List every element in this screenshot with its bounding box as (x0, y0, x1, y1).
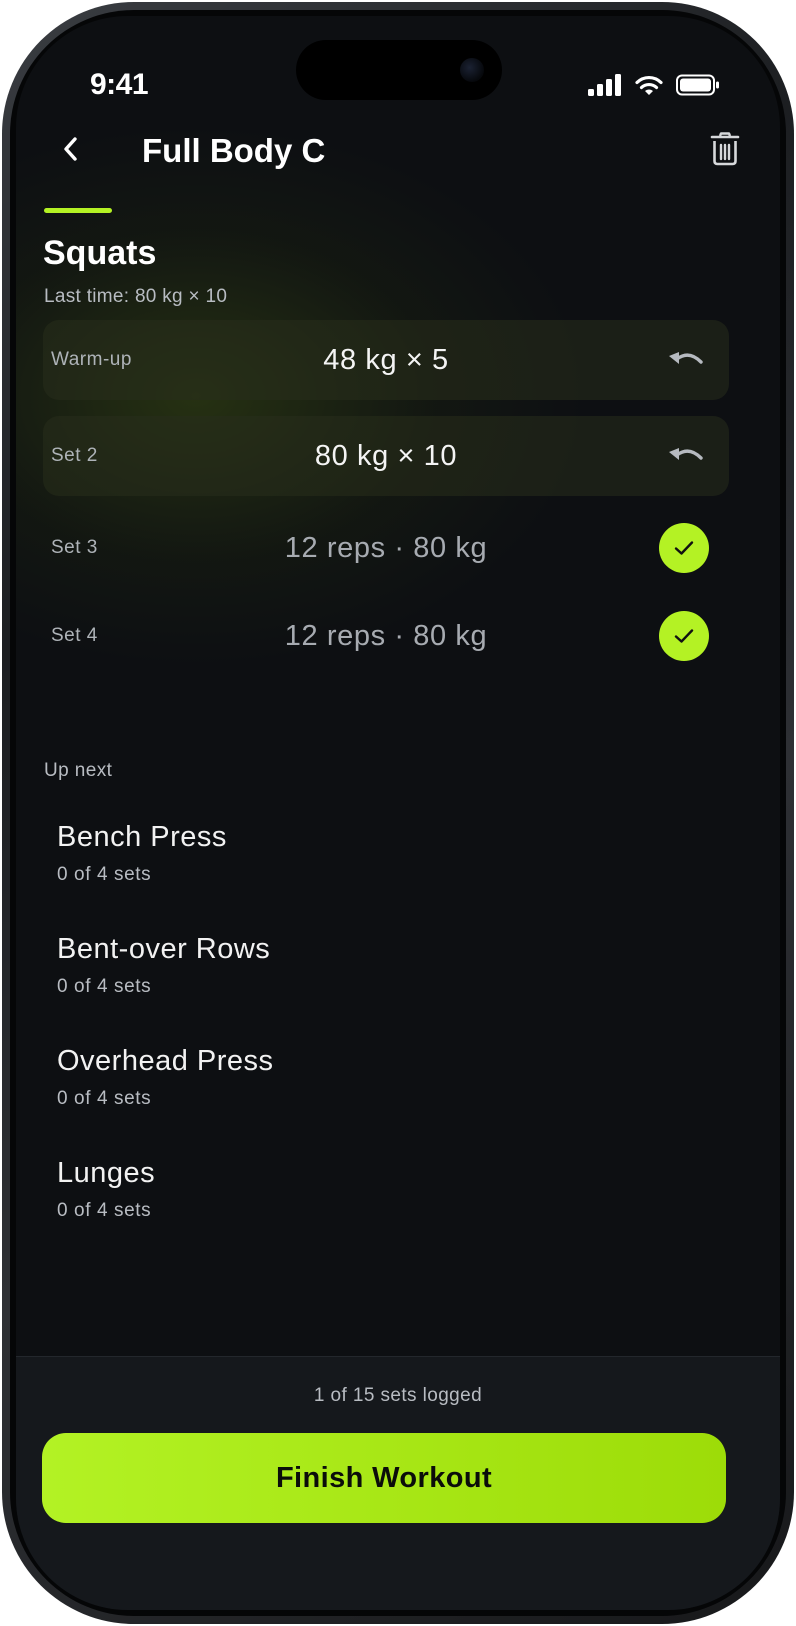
camera-icon (460, 58, 484, 82)
sets-logged-progress: 1 of 15 sets logged (313, 1385, 483, 1406)
undo-set-button[interactable] (665, 340, 707, 380)
checkmark-icon (674, 629, 694, 643)
log-set-button[interactable] (659, 523, 709, 573)
cellular-signal-icon (588, 74, 621, 96)
exercise-sets-count: 0 of 4 sets (57, 976, 152, 997)
set-value: 12 reps · 80 kg (284, 531, 488, 564)
status-time: 9:41 (90, 68, 149, 101)
exercise-name: Overhead Press (57, 1045, 274, 1077)
set-row-set-3[interactable]: Set 3 12 reps · 80 kg (43, 508, 729, 588)
set-row-set-2[interactable]: Set 2 80 kg × 10 (43, 416, 729, 496)
active-exercise-indicator (44, 208, 112, 213)
bottom-panel: 1 of 15 sets logged Finish Workout (16, 1356, 780, 1610)
set-value: 12 reps · 80 kg (284, 619, 488, 652)
last-time-text: Last time: 80 kg × 10 (44, 286, 228, 307)
set-value: 48 kg × 5 (323, 343, 449, 376)
up-next-heading: Up next (44, 760, 113, 781)
wifi-icon (635, 75, 663, 95)
up-next-item[interactable]: Bench Press 0 of 4 sets (57, 821, 657, 911)
delete-workout-button[interactable] (700, 124, 750, 174)
undo-icon (669, 448, 703, 460)
battery-icon (676, 74, 719, 96)
exercise-sets-count: 0 of 4 sets (57, 1088, 152, 1109)
exercise-sets-count: 0 of 4 sets (57, 864, 152, 885)
exercise-title: Squats (43, 234, 157, 272)
log-set-button[interactable] (659, 611, 709, 661)
trash-icon (710, 132, 740, 166)
set-row-set-4[interactable]: Set 4 12 reps · 80 kg (43, 596, 729, 676)
page-title: Full Body C (142, 132, 326, 169)
exercise-name: Bench Press (57, 821, 227, 853)
set-row-warm-up[interactable]: Warm-up 48 kg × 5 (43, 320, 729, 400)
dynamic-island (296, 40, 502, 100)
up-next-item[interactable]: Lunges 0 of 4 sets (57, 1157, 657, 1247)
exercise-name: Lunges (57, 1157, 156, 1189)
checkmark-icon (674, 541, 694, 555)
exercise-name: Bent-over Rows (57, 933, 271, 965)
exercise-sets-count: 0 of 4 sets (57, 1200, 152, 1221)
status-icons (588, 72, 720, 98)
back-button[interactable] (46, 124, 96, 174)
app-screen: 9:41 Full Body C Squats Last time: 80 kg… (16, 16, 780, 1610)
set-value: 80 kg × 10 (314, 439, 458, 472)
undo-set-button[interactable] (665, 436, 707, 476)
undo-icon (669, 352, 703, 364)
up-next-item[interactable]: Bent-over Rows 0 of 4 sets (57, 933, 657, 1023)
finish-workout-button[interactable]: Finish Workout (42, 1433, 726, 1523)
up-next-item[interactable]: Overhead Press 0 of 4 sets (57, 1045, 657, 1135)
chevron-left-icon (64, 137, 77, 161)
